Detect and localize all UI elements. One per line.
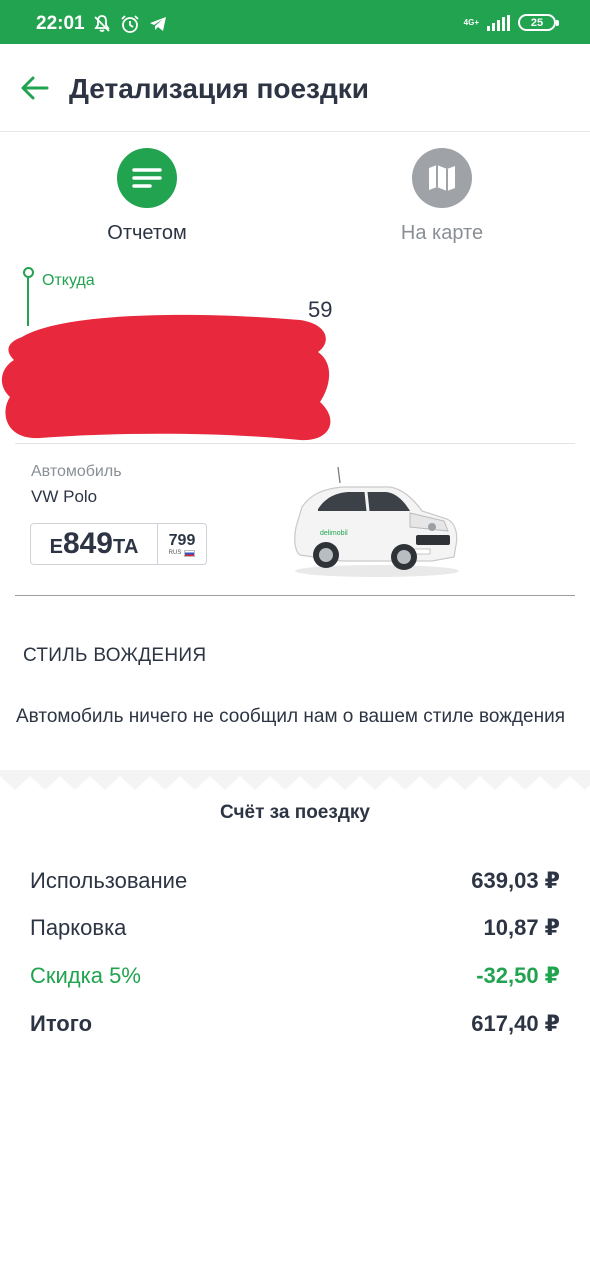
bill-row-name: Использование [30,868,188,893]
bill-row-total: Итого 617,40 ₽ [30,1011,560,1037]
arrow-left-icon[interactable] [20,74,50,102]
tab-report[interactable]: Отчетом [47,148,247,245]
tab-map[interactable]: На карте [342,148,542,245]
bill-row-amount: 10,87 ₽ [483,915,560,940]
plate-region-number: 799 [168,531,196,549]
plate-main: Е 849 ТА [31,524,158,564]
bill-row-discount: Скидка 5% -32,50 ₽ [30,963,560,989]
app-header: Детализация поездки [0,44,590,132]
plate-number: 849 [62,527,113,560]
alarm-icon [121,15,139,33]
telegram-icon [150,17,166,31]
route-section: Откуда 59 [0,262,590,444]
driving-style-title: СТИЛЬ ВОЖДЕНИЯ [23,645,207,666]
redaction-scribble [1,314,331,441]
vibrate-off-icon [94,15,110,32]
plate-region: 799 RUS [158,524,206,564]
from-label: Откуда [42,272,95,289]
tab-report-label: Отчетом [107,222,187,244]
bill-row-amount: 617,40 ₽ [471,1011,560,1036]
list-icon [117,148,177,208]
route-divider [15,443,575,444]
battery-icon: 25 [518,14,559,31]
bill-row-parking: Парковка 10,87 ₽ [30,915,560,941]
bill-row-amount: 639,03 ₽ [471,868,560,893]
russia-flag-icon [184,549,196,557]
status-icons [92,14,168,34]
bill-row-name: Скидка 5% [30,963,141,988]
plate-letters: ТА [113,535,139,558]
bill-title: Счёт за поездку [220,802,370,823]
status-time: 22:01 [36,13,85,34]
signal-icon [487,14,510,31]
bill-row-name: Итого [30,1011,93,1036]
status-right: 4G+ 25 [463,14,559,31]
bill-row-amount: -32,50 ₽ [476,963,560,988]
tab-map-label: На карте [400,222,484,244]
driving-style-text: Автомобиль ничего не сообщил нам о вашем… [16,706,565,727]
car-model: VW Polo [31,487,98,506]
plate-country: RUS [169,549,196,557]
car-label: Автомобиль [31,463,122,480]
plate-letter: Е [49,535,63,558]
license-plate: Е 849 ТА 799 RUS [30,523,207,565]
map-icon [412,148,472,208]
car-divider [15,595,575,596]
receipt-zigzag-edge [0,770,590,790]
svg-text:delimobil: delimobil [320,530,348,537]
bill-row-name: Парковка [30,915,127,940]
car-image: delimobil [294,466,459,577]
route-start-dot [23,267,34,278]
battery-level: 25 [530,16,544,29]
page-title: Детализация поездки [69,73,369,104]
network-type: 4G+ [463,17,479,27]
bill-section: Счёт за поездку Использование 639,03 ₽ П… [0,770,590,1280]
status-bar: 22:01 4G+ 25 [0,0,590,44]
bill-row-usage: Использование 639,03 ₽ [30,868,560,894]
